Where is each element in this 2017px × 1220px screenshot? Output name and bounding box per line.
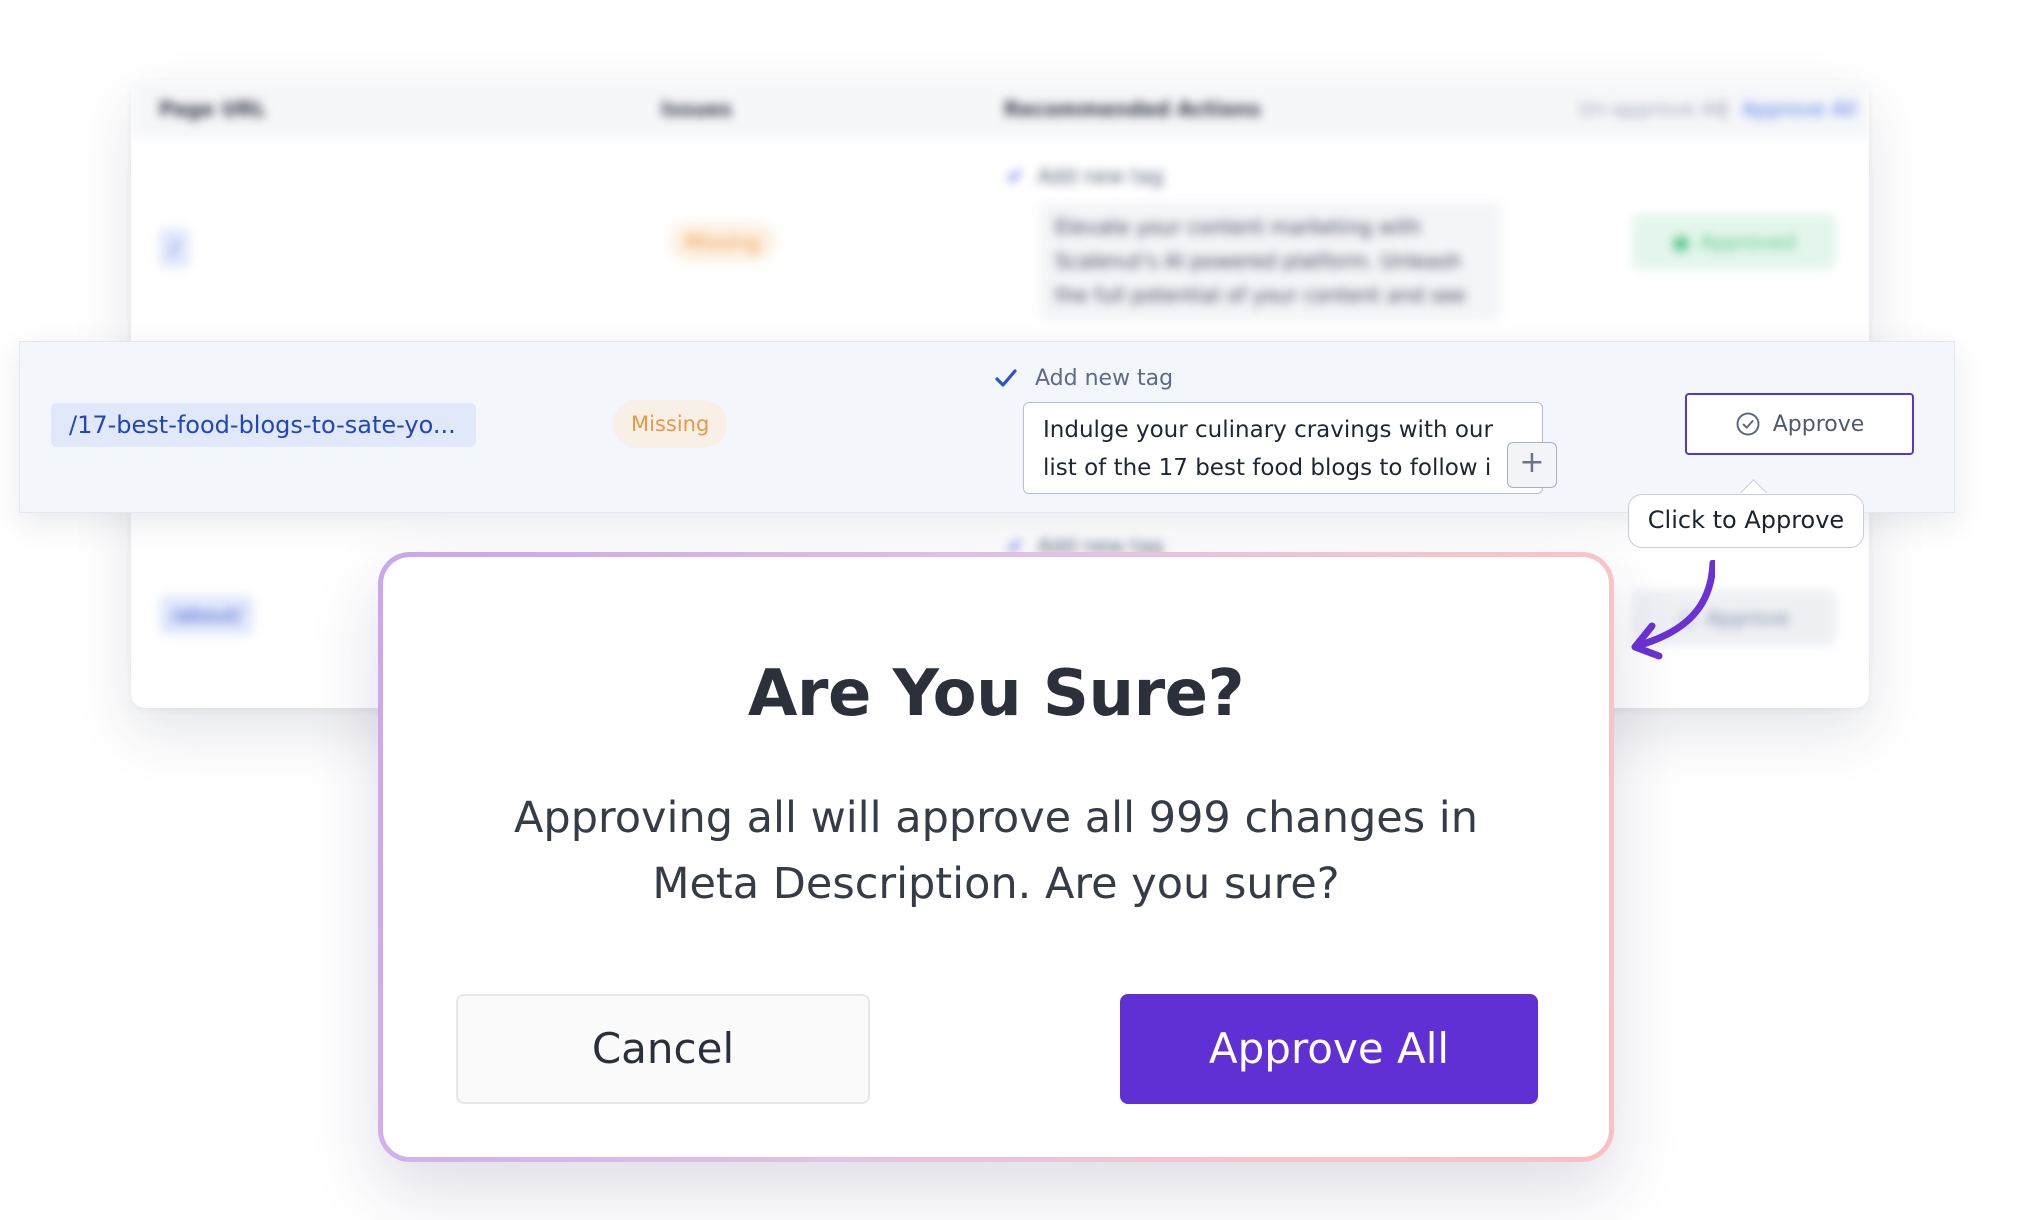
table-row: /17-best-food-blogs-to-sate-yo... Missin… bbox=[19, 341, 1955, 513]
row1-approved-badge: ● Approved bbox=[1632, 214, 1836, 270]
tooltip: Click to Approve bbox=[1628, 494, 1864, 548]
dialog-message: Approving all will approve all 999 chang… bbox=[514, 793, 1478, 909]
header-issues: Issues bbox=[661, 97, 732, 121]
confirm-dialog-body: Are You Sure? Approving all will approve… bbox=[383, 557, 1609, 1157]
header-separator: | bbox=[1721, 97, 1728, 121]
header-page-url: Page URL bbox=[159, 97, 266, 121]
row1-suggestion: Elevate your content marketing with Scal… bbox=[1039, 202, 1501, 320]
check-icon bbox=[995, 369, 1017, 387]
dialog-title: Are You Sure? bbox=[747, 657, 1245, 731]
approve-all-button[interactable]: Approve All bbox=[1120, 994, 1538, 1104]
action-label: Add new tag bbox=[1035, 365, 1174, 391]
cancel-button[interactable]: Cancel bbox=[456, 994, 870, 1104]
approve-button-label: Approve bbox=[1772, 411, 1865, 437]
check-icon: ✔ bbox=[1007, 164, 1024, 188]
header-recommended-actions: Recommended Actions bbox=[1004, 97, 1261, 121]
header-approve-all-link[interactable]: Approve All bbox=[1742, 97, 1856, 121]
table-header: Page URL Issues Recommended Actions Un-a… bbox=[131, 80, 1869, 137]
row1-url[interactable]: / bbox=[159, 228, 190, 268]
plus-icon: + bbox=[1519, 445, 1545, 480]
curved-arrow-icon bbox=[1631, 560, 1715, 660]
check-circle-icon bbox=[1736, 412, 1760, 436]
issue-badge: Missing bbox=[613, 400, 728, 448]
row1-issue-badge: Missing bbox=[669, 222, 776, 262]
check-circle-icon: ● bbox=[1672, 230, 1690, 254]
row3-url[interactable]: /about/ bbox=[159, 595, 255, 635]
meta-description-field[interactable]: Indulge your culinary cravings with our … bbox=[1023, 402, 1543, 494]
add-tag-button[interactable]: + bbox=[1507, 442, 1557, 488]
confirm-dialog: Are You Sure? Approving all will approve… bbox=[378, 552, 1614, 1162]
approve-button[interactable]: Approve bbox=[1685, 393, 1914, 455]
page-url-link[interactable]: /17-best-food-blogs-to-sate-yo... bbox=[51, 403, 476, 447]
row1-action: ✔ Add new tag bbox=[1007, 164, 1164, 188]
header-unapprove-all[interactable]: Un-approve All bbox=[1578, 97, 1726, 121]
recommended-action: Add new tag bbox=[993, 358, 1173, 398]
